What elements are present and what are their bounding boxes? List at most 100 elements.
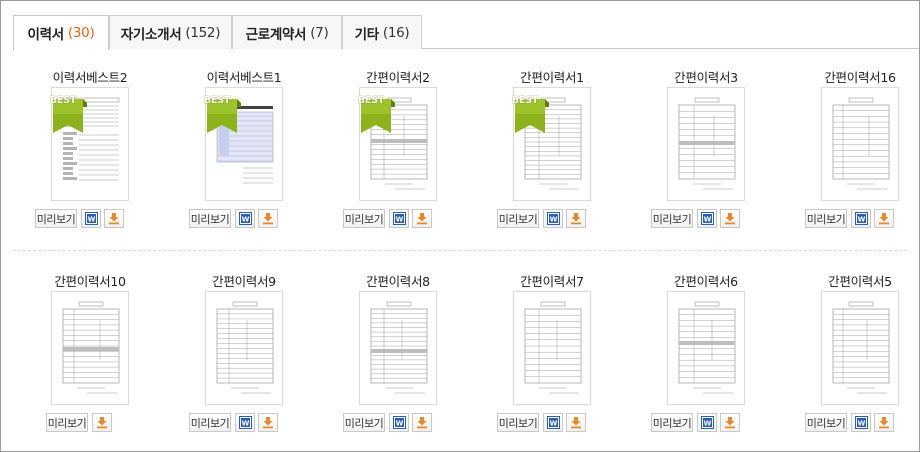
word-doc-icon: W	[854, 416, 868, 429]
word-download-button[interactable]: W	[697, 413, 717, 432]
template-title[interactable]: 간편이력서1	[482, 67, 622, 86]
download-button[interactable]	[92, 413, 112, 432]
template-title[interactable]: 간편이력서7	[482, 271, 622, 290]
svg-text:W: W	[549, 216, 557, 224]
svg-text:W: W	[395, 420, 403, 428]
preview-button[interactable]: 미리보기	[35, 209, 77, 228]
template-thumbnail[interactable]: BEST	[50, 87, 129, 201]
template-title[interactable]: 간편이력서3	[636, 67, 776, 86]
tab-labor-contract[interactable]: 근로계약서 (7)	[232, 15, 342, 49]
preview-button[interactable]: 미리보기	[805, 209, 847, 228]
svg-text:W: W	[241, 420, 249, 428]
template-title[interactable]: 간편이력서16	[790, 67, 920, 86]
card-actions: 미리보기 W	[636, 413, 776, 432]
download-button[interactable]	[412, 413, 432, 432]
download-icon	[416, 212, 428, 225]
template-thumbnail[interactable]: BEST	[204, 87, 283, 201]
download-button[interactable]	[412, 209, 432, 228]
template-thumbnail[interactable]	[667, 291, 745, 405]
download-button[interactable]	[720, 413, 740, 432]
preview-button[interactable]: 미리보기	[189, 413, 231, 432]
card-actions: 미리보기 W	[636, 209, 776, 228]
word-doc-icon: W	[700, 416, 714, 429]
best-badge-label: BEST	[511, 95, 539, 106]
download-icon	[724, 416, 736, 429]
download-button[interactable]	[874, 413, 894, 432]
tab-label: 기타	[354, 26, 380, 43]
word-download-button[interactable]: W	[543, 413, 563, 432]
svg-text:W: W	[857, 420, 865, 428]
best-ribbon-icon: BEST	[354, 91, 395, 133]
preview-button[interactable]: 미리보기	[805, 413, 847, 432]
word-doc-icon: W	[546, 212, 560, 225]
download-icon	[878, 416, 890, 429]
template-thumbnail[interactable]	[821, 87, 899, 201]
row-divider	[13, 250, 907, 251]
tab-count: (7)	[310, 24, 329, 41]
preview-button[interactable]: 미리보기	[651, 413, 693, 432]
svg-text:W: W	[549, 420, 557, 428]
template-title[interactable]: 간편이력서6	[636, 271, 776, 290]
template-title[interactable]: 간편이력서5	[790, 271, 920, 290]
word-download-button[interactable]: W	[543, 209, 563, 228]
word-doc-icon: W	[854, 212, 868, 225]
card-actions: 미리보기 W	[482, 413, 622, 432]
download-button[interactable]	[566, 413, 586, 432]
preview-button[interactable]: 미리보기	[343, 413, 385, 432]
download-icon	[416, 416, 428, 429]
template-thumbnail[interactable]: BEST	[358, 87, 437, 201]
template-title[interactable]: 이력서베스트2	[20, 67, 160, 86]
word-doc-icon: W	[238, 416, 252, 429]
best-badge-label: BEST	[203, 95, 231, 106]
svg-text:W: W	[395, 216, 403, 224]
tab-count: (30)	[67, 25, 95, 41]
download-icon	[108, 212, 120, 225]
preview-button[interactable]: 미리보기	[343, 209, 385, 228]
preview-button[interactable]: 미리보기	[497, 209, 539, 228]
download-button[interactable]	[720, 209, 740, 228]
template-thumbnail[interactable]	[513, 291, 591, 405]
card-actions: 미리보기 W	[328, 413, 468, 432]
word-download-button[interactable]: W	[81, 209, 101, 228]
tab-etc[interactable]: 기타 (16)	[342, 15, 422, 49]
word-download-button[interactable]: W	[389, 209, 409, 228]
download-button[interactable]	[258, 413, 278, 432]
category-tabs: 이력서 (30) 자기소개서 (152) 근로계약서 (7) 기타 (16)	[13, 15, 919, 50]
word-download-button[interactable]: W	[235, 209, 255, 228]
template-thumbnail[interactable]	[51, 291, 129, 405]
download-button[interactable]	[566, 209, 586, 228]
word-download-button[interactable]: W	[697, 209, 717, 228]
template-title[interactable]: 간편이력서2	[328, 67, 468, 86]
download-button[interactable]	[874, 209, 894, 228]
template-thumbnail[interactable]	[205, 291, 283, 405]
tab-label: 자기소개서	[120, 26, 182, 43]
download-icon	[262, 212, 274, 225]
word-download-button[interactable]: W	[851, 209, 871, 228]
svg-text:W: W	[857, 216, 865, 224]
template-title[interactable]: 간편이력서8	[328, 271, 468, 290]
word-download-button[interactable]: W	[851, 413, 871, 432]
tab-resume[interactable]: 이력서 (30)	[13, 15, 109, 50]
template-title[interactable]: 간편이력서10	[20, 271, 160, 290]
card-actions: 미리보기 W	[482, 209, 622, 228]
svg-text:W: W	[703, 420, 711, 428]
template-thumbnail[interactable]	[359, 291, 437, 405]
template-thumbnail[interactable]	[821, 291, 899, 405]
preview-button[interactable]: 미리보기	[189, 209, 231, 228]
download-button[interactable]	[258, 209, 278, 228]
download-button[interactable]	[104, 209, 124, 228]
preview-button[interactable]: 미리보기	[651, 209, 693, 228]
preview-button[interactable]: 미리보기	[46, 413, 88, 432]
preview-button[interactable]: 미리보기	[497, 413, 539, 432]
template-title[interactable]: 이력서베스트1	[174, 67, 314, 86]
word-download-button[interactable]: W	[235, 413, 255, 432]
best-badge-label: BEST	[357, 95, 385, 106]
svg-text:W: W	[241, 216, 249, 224]
template-thumbnail[interactable]: BEST	[512, 87, 591, 201]
tab-cover-letter[interactable]: 자기소개서 (152)	[109, 15, 232, 49]
template-title[interactable]: 간편이력서9	[174, 271, 314, 290]
word-download-button[interactable]: W	[389, 413, 409, 432]
svg-text:W: W	[703, 216, 711, 224]
template-thumbnail[interactable]	[667, 87, 745, 201]
card-actions: 미리보기 W	[174, 209, 314, 228]
